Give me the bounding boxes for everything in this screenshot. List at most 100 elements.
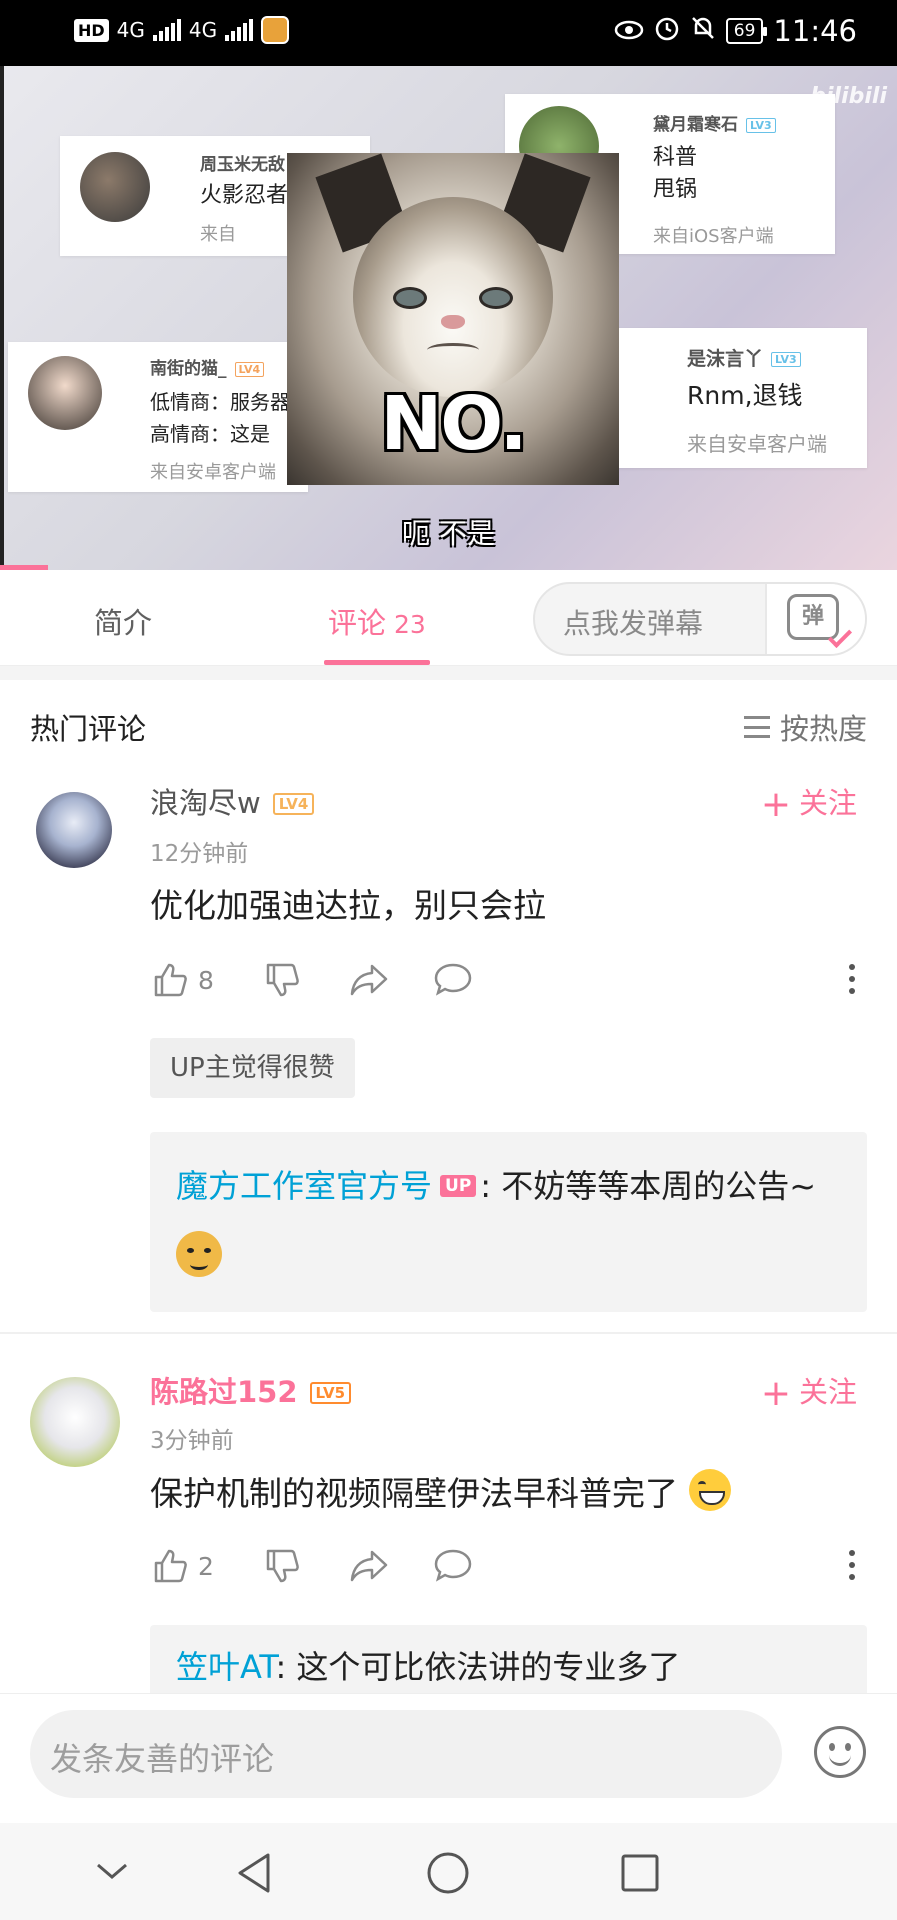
network-4g-label: 4G: [116, 18, 145, 42]
comment-actions: 2: [150, 1546, 857, 1590]
card-username: 周玉米无敌: [200, 155, 285, 175]
home-circle-icon[interactable]: [426, 1851, 470, 1899]
status-right: 69 11:46: [614, 14, 857, 48]
cat-mouth: [427, 343, 479, 357]
recents-square-icon[interactable]: [620, 1851, 660, 1899]
up-liked-badge: UP主觉得很赞: [150, 1038, 355, 1098]
hd-badge: HD: [74, 18, 109, 42]
card-source: 来自安卓客户端: [150, 462, 276, 483]
system-nav-bar: [0, 1823, 897, 1920]
tab-intro[interactable]: 简介: [94, 600, 152, 642]
comment-input-placeholder: 发条友善的评论: [50, 1740, 275, 1778]
reply-button[interactable]: [432, 1546, 474, 1586]
comment-text: 保护机制的视频隔壁伊法早科普完了: [150, 1469, 857, 1516]
comment-actions: 8: [150, 960, 857, 1004]
like-count: 2: [198, 1551, 214, 1581]
card-username: 南街的猫_ LV4: [150, 354, 265, 379]
card-source: 来自iOS客户端: [653, 226, 774, 247]
reply-button[interactable]: [432, 960, 474, 1000]
card-source: 来自安卓客户端: [687, 432, 827, 456]
more-options-icon[interactable]: [847, 1550, 857, 1586]
danmaku-input[interactable]: 点我发弹幕 弹: [533, 582, 867, 656]
video-comment-card: 南街的猫_ LV4 低情商：服务器 高情商：这是 来自安卓客户端: [8, 342, 308, 492]
comment-item: 陈路过152 LV5 + 关注 3分钟前 保护机制的视频隔壁伊法早科普完了 2 笠叶…: [0, 1369, 897, 1693]
active-tab-indicator: [324, 660, 430, 665]
status-left: HD 4G 4G: [74, 16, 290, 44]
share-button[interactable]: [348, 960, 390, 1000]
comment-bubble-icon: [434, 1549, 472, 1582]
comment-username[interactable]: 浪淘尽w LV4: [150, 780, 315, 822]
video-player[interactable]: bilibili 周玉米无敌 火影忍者 来自 黛月霜寒石 LV3 科普 甩锅 来自i…: [0, 66, 897, 570]
cat-nose: [441, 315, 465, 329]
comment-username[interactable]: 陈路过152 LV5: [150, 1369, 352, 1411]
reply-text: : 这个可比依法讲的专业多了: [275, 1648, 681, 1686]
meme-caption: NO.: [380, 381, 527, 467]
video-comment-card: 是沫言丫 LV3 Rnm,退钱 来自安卓客户端: [615, 328, 867, 468]
bell-off-icon: [690, 14, 716, 48]
danmaku-icon: 弹: [787, 594, 839, 640]
dislike-button[interactable]: [262, 1546, 302, 1586]
cat-eye: [479, 287, 513, 309]
reply-author[interactable]: 笠叶AT: [176, 1648, 275, 1686]
danmaku-toggle[interactable]: 弹: [765, 584, 865, 654]
emoji-icon[interactable]: [814, 1726, 866, 1778]
thumb-up-icon: [154, 1549, 187, 1583]
card-body: 科普 甩锅: [653, 145, 698, 202]
card-body: 火影忍者: [200, 183, 289, 208]
alarm-icon: [654, 14, 680, 48]
reply-author[interactable]: 魔方工作室官方号: [176, 1167, 432, 1205]
battery-indicator: 69: [725, 18, 768, 44]
tab-bar: 简介 评论 23 点我发弹幕 弹: [0, 570, 897, 666]
card-username: 黛月霜寒石 LV3: [653, 110, 776, 135]
app-notification-icon: [261, 16, 290, 44]
eye-icon: [614, 14, 644, 48]
comment-text: 优化加强迪达拉，别只会拉: [150, 886, 546, 925]
tab-comments[interactable]: 评论 23: [328, 600, 426, 642]
network-4g-label-2: 4G: [188, 18, 218, 42]
cat-face: [353, 197, 553, 397]
share-button[interactable]: [348, 1546, 390, 1586]
signal-icon: [152, 19, 181, 41]
avatar: [28, 356, 102, 430]
comment-time: 12分钟前: [150, 841, 249, 867]
avatar[interactable]: [30, 1377, 120, 1467]
comment-input-bar: 发条友善的评论: [0, 1693, 897, 1823]
danmaku-placeholder: 点我发弹幕: [563, 607, 704, 640]
follow-button[interactable]: + 关注: [761, 780, 857, 825]
comment-divider: [0, 1332, 897, 1334]
like-button[interactable]: 2: [150, 1546, 214, 1586]
back-triangle-icon[interactable]: [234, 1851, 274, 1899]
video-edge: [0, 66, 4, 570]
more-options-icon[interactable]: [847, 964, 857, 1000]
share-icon: [350, 964, 388, 996]
section-gap: [0, 666, 897, 680]
reply-preview[interactable]: 笠叶AT: 这个可比依法讲的专业多了: [150, 1625, 867, 1693]
grumpy-cat-meme-image: NO.: [287, 153, 619, 485]
like-button[interactable]: 8: [150, 960, 214, 1000]
cat-eye: [393, 287, 427, 309]
sweat-smile-emoji-icon: [688, 1469, 731, 1511]
comment-bubble-icon: [434, 963, 472, 996]
share-icon: [350, 1550, 388, 1582]
follow-button[interactable]: + 关注: [761, 1369, 857, 1414]
like-count: 8: [198, 965, 214, 995]
card-source: 来自: [200, 224, 236, 245]
sort-button[interactable]: 按热度: [743, 706, 867, 748]
card-body: 低情商：服务器 高情商：这是: [150, 390, 290, 446]
hot-comments-title: 热门评论: [30, 712, 147, 746]
comment-input[interactable]: 发条友善的评论: [30, 1710, 782, 1798]
video-subtitle: 呃 不是: [402, 517, 495, 550]
doge-emoji-icon: [176, 1231, 222, 1277]
level-badge: LV4: [272, 793, 315, 815]
comment-item: 浪淘尽w LV4 + 关注 12分钟前 优化加强迪达拉，别只会拉 8 UP主觉得很赞…: [0, 780, 897, 1340]
sort-label: 按热度: [779, 712, 867, 746]
dislike-button[interactable]: [262, 960, 302, 1000]
collapse-chevron-icon[interactable]: [94, 1851, 130, 1895]
card-username: 是沫言丫 LV3: [687, 344, 801, 371]
reply-preview[interactable]: 魔方工作室官方号 UP: 不妨等等本周的公告~: [150, 1132, 867, 1312]
menu-icon: [743, 716, 770, 738]
up-tag: UP: [440, 1175, 477, 1197]
thumb-up-icon: [154, 963, 187, 997]
avatar[interactable]: [36, 792, 112, 868]
card-body: Rnm,退钱: [687, 381, 803, 410]
